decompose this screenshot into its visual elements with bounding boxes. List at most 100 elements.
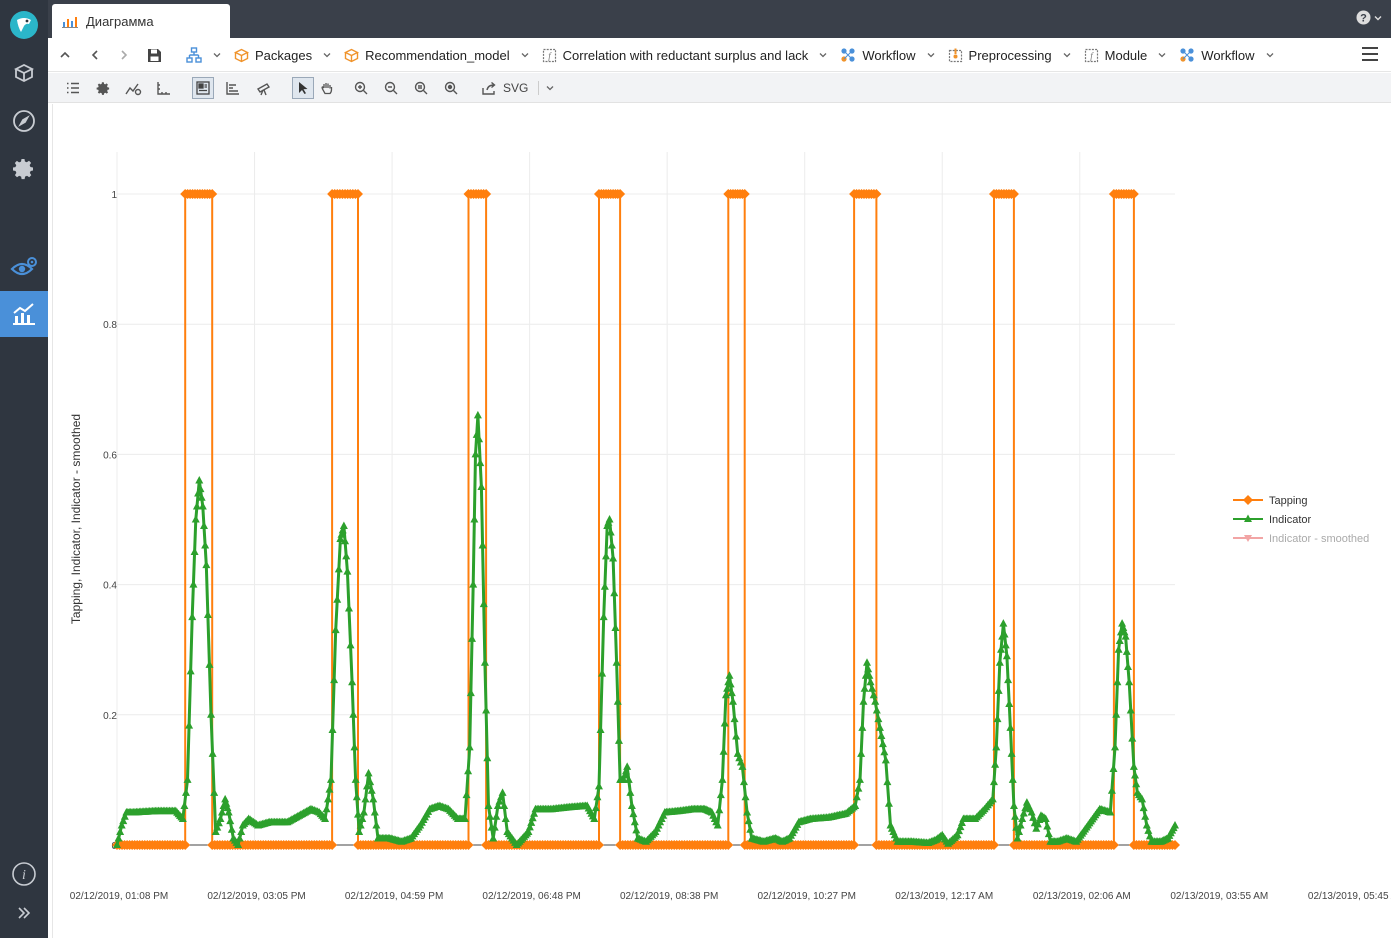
data-point: [1011, 812, 1020, 820]
svg-text:?: ?: [1360, 13, 1367, 25]
data-point: [716, 790, 725, 799]
hierarchy-icon: [186, 47, 202, 63]
data-point: [201, 541, 210, 549]
data-point: [465, 742, 474, 751]
bar-layout-button[interactable]: [222, 77, 244, 99]
data-point: [1004, 675, 1013, 684]
breadcrumb-label: Workflow: [1201, 47, 1255, 63]
chevron-down-icon: [819, 53, 827, 58]
data-point: [884, 799, 893, 807]
data-point: [470, 515, 479, 523]
breadcrumb-item-preprocessing[interactable]: Preprocessing: [944, 48, 1076, 63]
data-point: [630, 817, 639, 826]
pan-tool-button[interactable]: [316, 77, 338, 99]
data-point: [866, 677, 875, 686]
compass-icon[interactable]: [0, 98, 48, 144]
legend-item[interactable]: Tapping: [1233, 495, 1308, 507]
floppy-disk-icon: [147, 48, 161, 62]
data-point: [1111, 742, 1120, 751]
legend: Tapping Indicator Indicator - smoothed: [1233, 495, 1369, 545]
data-point: [186, 666, 195, 675]
x-tick-label: 02/13/2019, 03:55 AM: [1170, 891, 1268, 902]
zoom-reset-button[interactable]: [410, 77, 432, 99]
data-point: [473, 410, 482, 419]
save-button[interactable]: [143, 44, 165, 66]
breadcrumb-label: Packages: [255, 47, 313, 63]
data-point: [880, 747, 889, 756]
function-icon: f: [542, 48, 556, 62]
zoom-in-button[interactable]: [350, 77, 372, 99]
legend-item[interactable]: Indicator - smoothed: [1233, 533, 1369, 545]
chart-settings-button[interactable]: [92, 77, 114, 99]
svg-text:f: f: [1090, 51, 1094, 61]
breadcrumb-item-workflow[interactable]: Workflow: [836, 47, 939, 63]
tab-diagram[interactable]: Диаграмма: [52, 4, 230, 38]
hamburger-menu-icon[interactable]: [1361, 46, 1379, 62]
breadcrumb-item-hierarchy[interactable]: [182, 47, 226, 63]
data-point: [1016, 820, 1025, 829]
list-button[interactable]: [62, 77, 84, 99]
data-point: [718, 775, 727, 783]
legend-item[interactable]: Indicator: [1233, 514, 1312, 526]
zoom-fit-button[interactable]: [440, 77, 462, 99]
data-point: [328, 725, 337, 733]
gear-icon[interactable]: [0, 146, 48, 192]
collapse-up-button[interactable]: [54, 44, 76, 66]
workflow-icon: [1180, 48, 1194, 62]
data-point: [1002, 651, 1011, 660]
data-point: [860, 684, 869, 692]
share-icon: [482, 81, 496, 95]
data-point: [872, 705, 881, 714]
module-icon: [948, 48, 962, 62]
package-icon: [344, 48, 360, 62]
packages-icon[interactable]: [0, 50, 48, 96]
x-tick-label: 02/12/2019, 06:48 PM: [482, 891, 580, 902]
data-point: [339, 521, 348, 530]
help-button[interactable]: ?: [1356, 10, 1383, 25]
data-point: [333, 595, 342, 603]
data-point: [854, 784, 863, 792]
breadcrumb-item-module[interactable]: f Module: [1080, 48, 1172, 63]
line-chart[interactable]: 00.20.40.60.81 02/12/2019, 01:08 PM02/12…: [53, 104, 1391, 938]
zoom-out-button[interactable]: [380, 77, 402, 99]
data-point: [626, 788, 635, 796]
export-svg-button[interactable]: SVG: [482, 77, 555, 99]
data-point: [486, 812, 495, 820]
x-tick-label: 02/12/2019, 01:08 PM: [70, 891, 168, 902]
series-indicator: [113, 410, 1179, 848]
data-point: [995, 658, 1004, 666]
axis-settings-button[interactable]: [152, 77, 174, 99]
data-point: [346, 640, 355, 649]
y-tick-label: 1: [111, 190, 117, 201]
breadcrumb-item-workflow-2[interactable]: Workflow: [1175, 47, 1278, 63]
charts-icon[interactable]: [0, 291, 48, 337]
x-tick-label: 02/12/2019, 04:59 PM: [345, 891, 443, 902]
chevron-down-icon: [213, 53, 221, 58]
back-button[interactable]: [84, 44, 106, 66]
data-point: [1141, 812, 1150, 820]
app-logo-icon[interactable]: [0, 2, 48, 48]
data-point: [334, 564, 343, 573]
series-settings-button[interactable]: [122, 77, 144, 99]
forward-button[interactable]: [113, 44, 135, 66]
y-tick-label: 0.2: [103, 711, 117, 722]
double-chevron-icon[interactable]: [0, 890, 48, 936]
breadcrumb-item-correlation[interactable]: f Correlation with reductant surplus and…: [538, 48, 833, 63]
breadcrumb-item-packages[interactable]: Packages: [230, 48, 336, 63]
breadcrumb-label: Correlation with reductant surplus and l…: [562, 47, 809, 63]
breadcrumb-item-recommendation-model[interactable]: Recommendation_model: [340, 48, 534, 63]
telescope-button[interactable]: [252, 77, 274, 99]
eye-gear-icon[interactable]: [0, 244, 48, 290]
data-point: [741, 792, 750, 801]
select-tool-button[interactable]: [292, 77, 314, 99]
legend-toggle-button[interactable]: [192, 77, 214, 99]
chart-icon: [62, 17, 78, 28]
data-point: [746, 825, 755, 833]
data-point: [605, 515, 614, 523]
data-point: [476, 458, 485, 467]
plot-area: [112, 189, 1180, 850]
series-line: [117, 193, 1175, 846]
chart-panel: 00.20.40.60.81 02/12/2019, 01:08 PM02/12…: [52, 104, 1391, 938]
data-point: [728, 697, 737, 705]
data-point: [733, 749, 742, 757]
